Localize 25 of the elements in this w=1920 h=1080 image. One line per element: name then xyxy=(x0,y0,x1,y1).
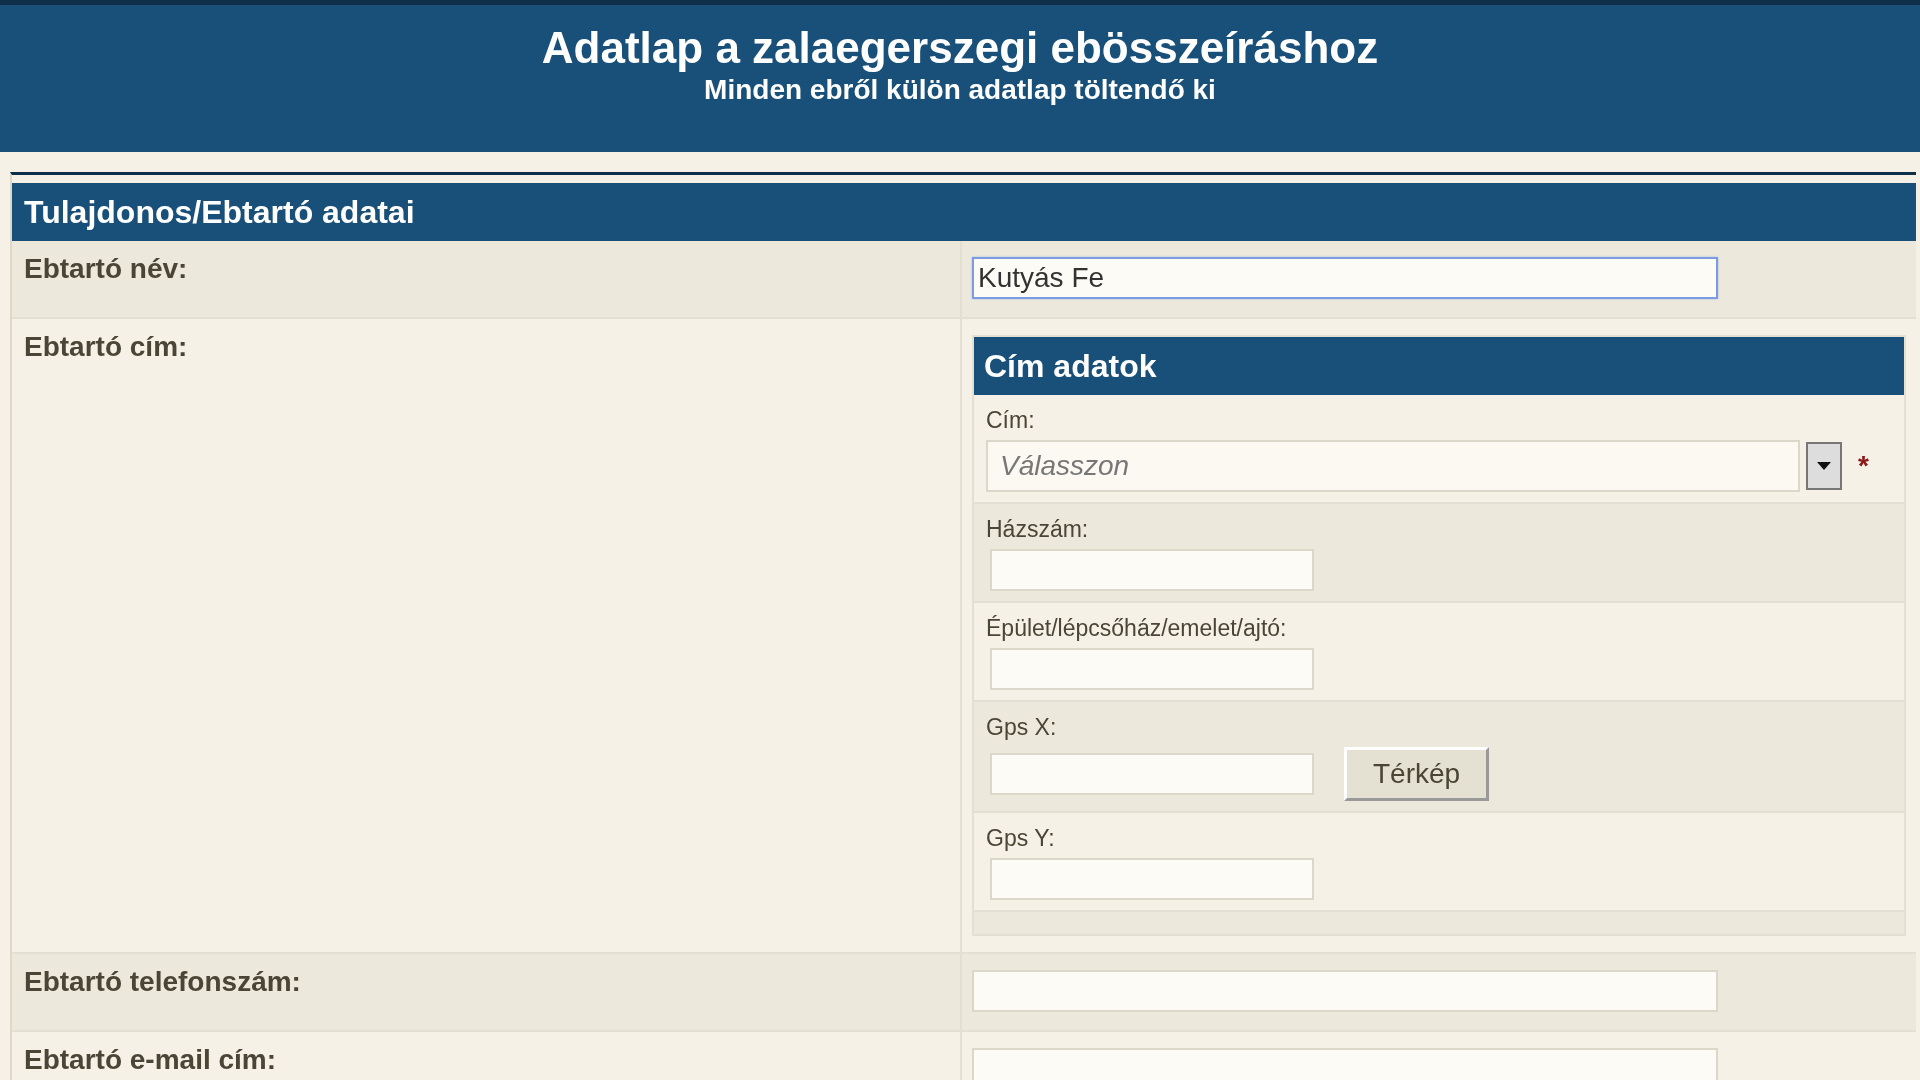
field-label: Épület/lépcsőház/emelet/ajtó: xyxy=(986,615,1288,642)
caret-icon xyxy=(1816,461,1832,471)
field-label: Cím: xyxy=(986,407,1036,434)
input-field[interactable] xyxy=(972,970,1718,1012)
field-label: Gps Y: xyxy=(986,825,1056,852)
input-field[interactable] xyxy=(990,858,1314,900)
field-label: Házszám: xyxy=(986,516,1090,543)
address-title: Cím adatok xyxy=(974,337,1904,395)
required-mark: * xyxy=(1858,450,1869,482)
input-field[interactable] xyxy=(990,648,1314,690)
map-button[interactable]: Térkép xyxy=(1344,747,1490,801)
address-dropdown[interactable]: Válasszon xyxy=(986,440,1800,492)
field-label: Gps X: xyxy=(986,714,1058,741)
page-title: Adatlap a zalaegerszegi ebösszeíráshoz xyxy=(540,23,1380,73)
page-subtitle: Minden ebről külön adatlap töltendő ki xyxy=(703,73,1217,107)
input-field[interactable]: Kutyás Fe xyxy=(972,257,1718,299)
field-label: Ebtartó telefonszám: xyxy=(24,966,301,997)
field-label: Ebtartó név: xyxy=(24,253,188,284)
section-title: Tulajdonos/Ebtartó adatai xyxy=(12,183,1916,241)
field-label: Ebtartó e-mail cím: xyxy=(24,1044,277,1075)
input-field[interactable] xyxy=(972,1048,1718,1080)
input-field[interactable] xyxy=(990,549,1314,591)
dropdown-button[interactable] xyxy=(1806,442,1842,490)
input-field[interactable] xyxy=(990,753,1314,795)
field-label: Ebtartó cím: xyxy=(24,331,188,362)
